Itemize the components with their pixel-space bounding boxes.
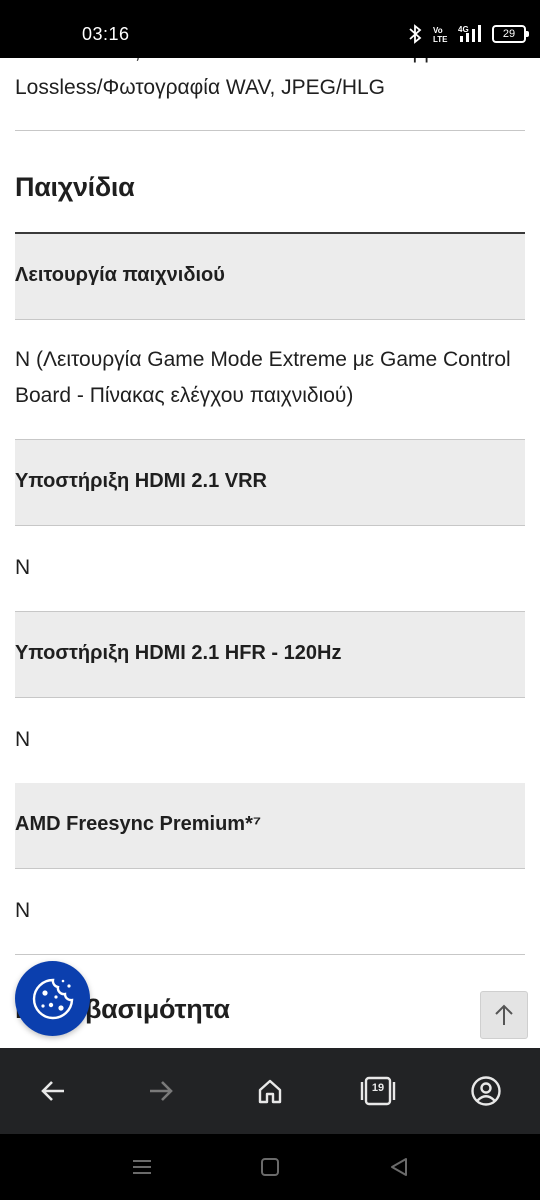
spec-label-row: Υποστήριξη HDMI 2.1 VRR bbox=[15, 440, 525, 526]
cookie-settings-button[interactable] bbox=[15, 961, 90, 1036]
spec-value: N bbox=[15, 556, 31, 579]
battery-level: 29 bbox=[502, 28, 516, 40]
home-icon bbox=[258, 1079, 282, 1104]
back-arrow-icon bbox=[41, 1081, 64, 1101]
page-content: D/TS/PS/AVI, MP3/AAC/WMA Pro/FLAC/Apple … bbox=[0, 58, 540, 1048]
spec-label: Λειτουργία παιχνιδιού bbox=[15, 264, 225, 286]
scroll-to-top-button[interactable] bbox=[480, 991, 528, 1039]
home-button[interactable] bbox=[248, 1069, 292, 1113]
recent-apps-icon bbox=[133, 1160, 151, 1174]
spec-value: N bbox=[15, 728, 31, 751]
forward-button[interactable] bbox=[139, 1069, 183, 1113]
account-button[interactable] bbox=[464, 1069, 508, 1113]
section-title: Παιχνίδια bbox=[15, 172, 135, 202]
spec-value-row: N (Λειτουργία Game Mode Extreme με Game … bbox=[15, 320, 525, 440]
status-bar: 03:16 Vo LTE 4G 29 bbox=[0, 0, 540, 58]
spec-label: Υποστήριξη HDMI 2.1 VRR bbox=[15, 470, 267, 492]
divider bbox=[15, 130, 525, 131]
4g-signal-icon: 4G bbox=[458, 25, 481, 42]
tabs-button[interactable]: 19 bbox=[356, 1069, 400, 1113]
spec-label-row: Λειτουργία παιχνιδιού bbox=[15, 234, 525, 320]
system-home-button[interactable] bbox=[255, 1154, 285, 1180]
system-back-button[interactable] bbox=[384, 1154, 414, 1180]
svg-text:4G: 4G bbox=[458, 25, 469, 34]
svg-text:Vo: Vo bbox=[433, 26, 443, 35]
spec-label: AMD Freesync Premium*⁷ bbox=[15, 813, 262, 835]
volte-icon: Vo LTE bbox=[433, 26, 448, 44]
account-icon bbox=[471, 1076, 501, 1106]
spec-line-2: Lossless/Φωτογραφία WAV, JPEG/HLG bbox=[15, 76, 386, 99]
bluetooth-icon bbox=[409, 24, 422, 44]
spec-label-row: AMD Freesync Premium*⁷ bbox=[15, 783, 525, 869]
spec-line-1: D/TS/PS/AVI, MP3/AAC/WMA Pro/FLAC/Apple bbox=[15, 58, 525, 70]
spec-value-row: N bbox=[15, 526, 525, 612]
spec-value-row: N bbox=[15, 698, 525, 784]
spec-value-row: N bbox=[15, 869, 525, 955]
cookie-icon bbox=[32, 978, 73, 1019]
system-nav-bar bbox=[0, 1134, 540, 1200]
back-button[interactable] bbox=[31, 1069, 75, 1113]
forward-arrow-icon bbox=[150, 1081, 173, 1101]
previous-spec-value: D/TS/PS/AVI, MP3/AAC/WMA Pro/FLAC/Apple … bbox=[15, 58, 525, 106]
tab-count: 19 bbox=[371, 1082, 385, 1094]
spec-value: N (Λειτουργία Game Mode Extreme με Game … bbox=[15, 348, 511, 407]
browser-toolbar: 19 bbox=[0, 1048, 540, 1134]
home-button-icon bbox=[261, 1158, 279, 1176]
spec-value: N bbox=[15, 899, 31, 922]
battery-icon: 29 bbox=[492, 25, 529, 43]
spec-label: Υποστήριξη HDMI 2.1 HFR - 120Hz bbox=[15, 642, 342, 664]
recent-apps-button[interactable] bbox=[127, 1154, 157, 1180]
arrow-up-icon bbox=[495, 1004, 513, 1025]
back-triangle-icon bbox=[391, 1158, 407, 1176]
status-time: 03:16 bbox=[82, 24, 130, 44]
spec-label-row: Υποστήριξη HDMI 2.1 HFR - 120Hz bbox=[15, 612, 525, 698]
svg-text:LTE: LTE bbox=[433, 35, 448, 44]
status-icons: Vo LTE 4G 29 bbox=[406, 24, 529, 44]
